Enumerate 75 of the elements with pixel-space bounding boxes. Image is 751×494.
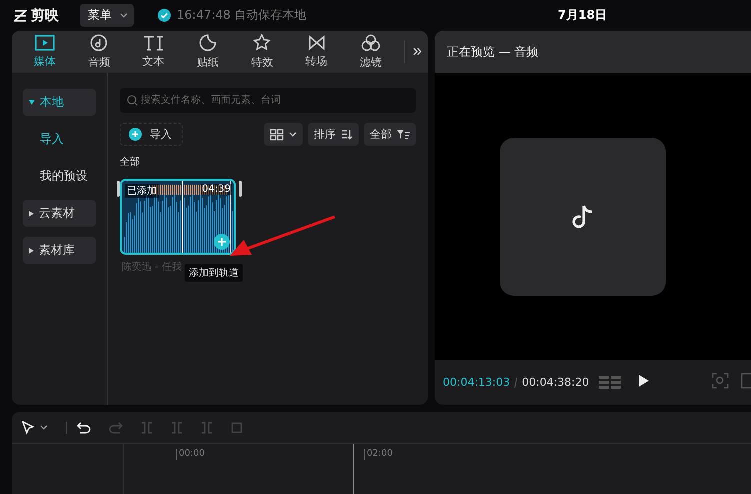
select-tool-button[interactable] xyxy=(22,420,48,434)
separator-icon xyxy=(514,378,518,388)
added-badge: 已添加 xyxy=(125,184,159,198)
split-button[interactable] xyxy=(141,422,153,434)
music-note-icon xyxy=(90,34,108,52)
sidebar-group[interactable]: 云素材 xyxy=(23,200,96,227)
filter-button[interactable]: 全部 xyxy=(364,123,416,146)
trim-right-button[interactable] xyxy=(201,422,213,434)
sort-icon xyxy=(341,129,353,140)
menu-button[interactable]: 菜单 xyxy=(80,4,134,27)
date-label: 7月18日 xyxy=(558,7,608,24)
total-time: 00:04:38:20 xyxy=(522,376,590,389)
clip-duration: 04:39 xyxy=(201,184,232,195)
trim-handle[interactable] xyxy=(239,181,242,197)
play-button[interactable] xyxy=(639,375,650,390)
current-time: 00:04:13:03 xyxy=(443,376,510,389)
sidebar-group[interactable]: 素材库 xyxy=(23,237,96,264)
split-icon xyxy=(141,422,153,434)
app-name: 剪映 xyxy=(31,6,59,24)
view-toggle-button[interactable] xyxy=(264,123,303,146)
trim-handle[interactable] xyxy=(117,181,120,197)
ruler-time: 00:00 xyxy=(176,449,205,460)
text-icon xyxy=(142,35,165,51)
tab[interactable]: 滤镜 xyxy=(344,34,398,70)
section-label: 全部 xyxy=(120,156,141,169)
caret-down-icon xyxy=(29,100,35,105)
undo-button[interactable] xyxy=(66,422,91,434)
tab[interactable]: 音频 xyxy=(72,34,127,70)
tab[interactable]: 转场 xyxy=(289,35,344,69)
scan-search-icon xyxy=(712,373,729,389)
trim-left-icon xyxy=(171,422,183,434)
ruler-time: 02:00 xyxy=(364,449,393,460)
undo-icon xyxy=(77,422,91,434)
clip-title: 陈奕迅 - 任我 xyxy=(122,260,182,274)
add-to-track-button[interactable] xyxy=(214,234,230,250)
plus-icon xyxy=(218,238,226,246)
caret-right-icon xyxy=(29,210,34,216)
chevron-down-icon xyxy=(120,13,128,18)
trim-right-icon xyxy=(201,422,213,434)
music-note-icon xyxy=(572,204,594,230)
redo-icon xyxy=(109,422,123,434)
audio-clip-card[interactable]: 已添加 04:39 xyxy=(120,179,236,255)
tab[interactable]: 文本 xyxy=(126,35,181,69)
bowtie-icon xyxy=(308,35,326,51)
sidebar-group[interactable]: 本地 xyxy=(23,89,96,116)
star-icon xyxy=(253,34,272,52)
play-icon xyxy=(639,375,650,387)
media-icon xyxy=(35,35,56,51)
preview-title: 正在预览 — 音频 xyxy=(435,31,751,73)
caret-right-icon xyxy=(29,248,34,254)
search-field[interactable]: 搜索文件名称、画面元素、台词 xyxy=(120,88,416,113)
cursor-icon xyxy=(22,420,34,434)
grid-icon xyxy=(270,128,284,140)
tooltip: 添加到轨道 xyxy=(185,264,243,282)
logo-icon xyxy=(14,10,27,22)
chevron-down-icon xyxy=(289,132,297,137)
filter-icon xyxy=(397,129,410,140)
plus-circle-icon xyxy=(129,128,142,141)
filter-circles-icon xyxy=(360,34,381,52)
tab[interactable]: 媒体 xyxy=(18,35,72,69)
redo-button[interactable] xyxy=(109,422,123,434)
sticker-icon xyxy=(199,34,218,52)
tab[interactable]: 贴纸 xyxy=(180,34,236,70)
trim-left-button[interactable] xyxy=(171,422,183,434)
more-tabs-button[interactable]: » xyxy=(404,41,428,63)
tab[interactable]: 特效 xyxy=(235,34,290,70)
sidebar-item[interactable]: 导入 xyxy=(23,126,99,153)
autosave-status: 16:47:48 自动保存本地 xyxy=(177,7,307,24)
chevron-down-icon xyxy=(40,425,48,430)
frame-icon xyxy=(741,373,751,389)
check-circle-icon xyxy=(158,9,171,22)
frames-icon xyxy=(599,376,624,390)
sort-button[interactable]: 排序 xyxy=(308,123,359,146)
import-button[interactable]: 导入 xyxy=(120,123,183,146)
sidebar-item[interactable]: 我的预设 xyxy=(23,163,99,190)
